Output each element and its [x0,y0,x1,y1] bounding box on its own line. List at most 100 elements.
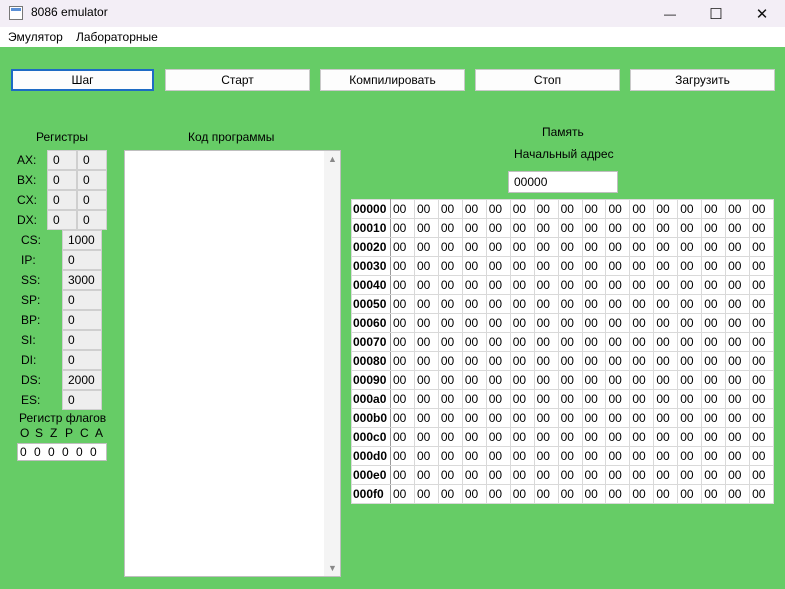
memory-byte-cell[interactable]: 00 [653,427,679,447]
memory-byte-cell[interactable]: 00 [557,351,583,371]
memory-byte-cell[interactable]: 00 [629,370,655,390]
memory-byte-cell[interactable]: 00 [725,408,751,428]
memory-byte-cell[interactable]: 00 [557,237,583,257]
memory-byte-cell[interactable]: 00 [390,427,415,447]
register-low-field[interactable]: 0 [77,150,107,170]
memory-byte-cell[interactable]: 00 [605,408,631,428]
memory-byte-cell[interactable]: 00 [533,294,559,314]
memory-byte-cell[interactable]: 00 [437,446,463,466]
memory-byte-cell[interactable]: 00 [437,256,463,276]
memory-byte-cell[interactable]: 00 [461,218,487,238]
memory-byte-cell[interactable]: 00 [605,256,631,276]
memory-byte-cell[interactable]: 00 [725,294,751,314]
memory-byte-cell[interactable]: 00 [509,256,535,276]
start-button[interactable]: Старт [165,69,310,91]
memory-byte-cell[interactable]: 00 [413,370,439,390]
load-button[interactable]: Загрузить [630,69,775,91]
memory-byte-cell[interactable]: 00 [629,351,655,371]
register-field[interactable]: 0 [62,330,102,350]
memory-byte-cell[interactable]: 00 [461,332,487,352]
memory-byte-cell[interactable]: 00 [413,218,439,238]
memory-byte-cell[interactable]: 00 [509,408,535,428]
memory-byte-cell[interactable]: 00 [701,370,727,390]
memory-byte-cell[interactable]: 00 [725,218,751,238]
memory-byte-cell[interactable]: 00 [413,351,439,371]
memory-byte-cell[interactable]: 00 [461,446,487,466]
memory-byte-cell[interactable]: 00 [557,313,583,333]
memory-byte-cell[interactable]: 00 [677,408,703,428]
memory-byte-cell[interactable]: 00 [413,199,439,219]
memory-byte-cell[interactable]: 00 [413,332,439,352]
memory-byte-cell[interactable]: 00 [390,218,415,238]
memory-byte-cell[interactable]: 00 [413,237,439,257]
memory-byte-cell[interactable]: 00 [557,294,583,314]
memory-byte-cell[interactable]: 00 [677,427,703,447]
start-address-input[interactable]: 00000 [508,171,618,193]
memory-byte-cell[interactable]: 00 [413,313,439,333]
memory-byte-cell[interactable]: 00 [653,446,679,466]
memory-byte-cell[interactable]: 00 [581,427,607,447]
memory-byte-cell[interactable]: 00 [677,465,703,485]
memory-byte-cell[interactable]: 00 [725,332,751,352]
memory-byte-cell[interactable]: 00 [629,218,655,238]
menu-emulator[interactable]: Эмулятор [8,30,63,44]
memory-byte-cell[interactable]: 00 [725,465,751,485]
memory-byte-cell[interactable]: 00 [509,484,535,504]
memory-byte-cell[interactable]: 00 [461,275,487,295]
memory-byte-cell[interactable]: 00 [533,332,559,352]
memory-byte-cell[interactable]: 00 [461,313,487,333]
memory-byte-cell[interactable]: 00 [461,370,487,390]
memory-byte-cell[interactable]: 00 [509,332,535,352]
memory-byte-cell[interactable]: 00 [749,294,774,314]
memory-byte-cell[interactable]: 00 [461,465,487,485]
memory-byte-cell[interactable]: 00 [749,427,774,447]
memory-byte-cell[interactable]: 00 [653,332,679,352]
memory-byte-cell[interactable]: 00 [557,275,583,295]
memory-byte-cell[interactable]: 00 [677,313,703,333]
memory-byte-cell[interactable]: 00 [581,294,607,314]
memory-byte-cell[interactable]: 00 [677,256,703,276]
memory-byte-cell[interactable]: 00 [413,294,439,314]
memory-byte-cell[interactable]: 00 [581,351,607,371]
stop-button[interactable]: Стоп [475,69,620,91]
memory-byte-cell[interactable]: 00 [725,237,751,257]
memory-byte-cell[interactable]: 00 [725,275,751,295]
memory-byte-cell[interactable]: 00 [653,218,679,238]
memory-byte-cell[interactable]: 00 [413,389,439,409]
memory-byte-cell[interactable]: 00 [677,484,703,504]
memory-byte-cell[interactable]: 00 [629,294,655,314]
memory-byte-cell[interactable]: 00 [533,256,559,276]
memory-byte-cell[interactable]: 00 [629,199,655,219]
memory-byte-cell[interactable]: 00 [533,313,559,333]
memory-byte-cell[interactable]: 00 [677,218,703,238]
memory-byte-cell[interactable]: 00 [485,218,511,238]
memory-byte-cell[interactable]: 00 [725,351,751,371]
memory-byte-cell[interactable]: 00 [509,294,535,314]
memory-byte-cell[interactable]: 00 [509,351,535,371]
step-button[interactable]: Шаг [11,69,154,91]
compile-button[interactable]: Компилировать [320,69,465,91]
memory-byte-cell[interactable]: 00 [629,389,655,409]
memory-byte-cell[interactable]: 00 [461,237,487,257]
memory-byte-cell[interactable]: 00 [581,389,607,409]
memory-byte-cell[interactable]: 00 [605,427,631,447]
memory-byte-cell[interactable]: 00 [605,199,631,219]
minimize-button[interactable]: — [647,0,693,27]
memory-byte-cell[interactable]: 00 [701,294,727,314]
memory-byte-cell[interactable]: 00 [390,256,415,276]
memory-byte-cell[interactable]: 00 [677,199,703,219]
memory-byte-cell[interactable]: 00 [749,256,774,276]
memory-byte-cell[interactable]: 00 [701,275,727,295]
memory-byte-cell[interactable]: 00 [390,332,415,352]
memory-byte-cell[interactable]: 00 [509,218,535,238]
register-low-field[interactable]: 0 [77,190,107,210]
memory-byte-cell[interactable]: 00 [437,408,463,428]
memory-byte-cell[interactable]: 00 [749,465,774,485]
memory-byte-cell[interactable]: 00 [749,389,774,409]
memory-byte-cell[interactable]: 00 [701,389,727,409]
memory-byte-cell[interactable]: 00 [581,218,607,238]
memory-byte-cell[interactable]: 00 [581,275,607,295]
memory-byte-cell[interactable]: 00 [629,332,655,352]
memory-byte-cell[interactable]: 00 [677,446,703,466]
memory-byte-cell[interactable]: 00 [653,237,679,257]
